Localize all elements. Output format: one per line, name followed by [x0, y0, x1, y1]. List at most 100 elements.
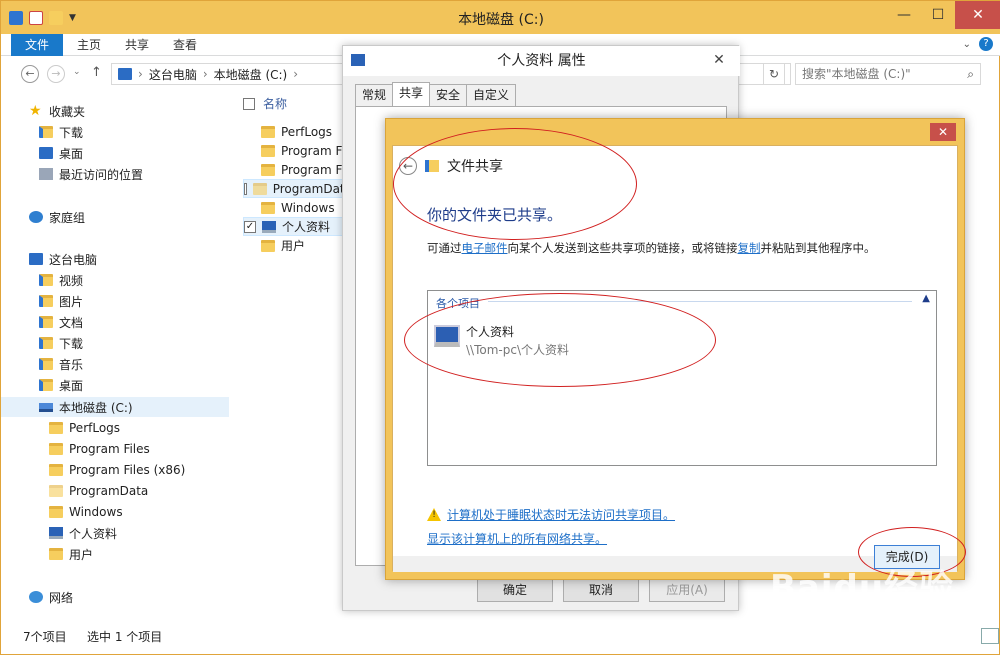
tab-general[interactable]: 常规 — [355, 84, 394, 106]
all-shares-link[interactable]: 显示该计算机上的所有网络共享。 — [427, 530, 607, 547]
nav-pc-downloads[interactable]: 下载 — [39, 333, 83, 353]
watermark-logo: Baidu经验 — [770, 568, 955, 608]
item-count: 7个项目 — [23, 630, 67, 644]
column-header-name[interactable]: 名称 — [243, 95, 287, 112]
expand-ribbon-icon[interactable]: ⌄ — [963, 39, 971, 50]
title-bar: ▼ 本地磁盘 (C:) — ☐ ✕ — [1, 1, 1000, 34]
nav-drive-item[interactable]: ProgramData — [49, 481, 148, 501]
nav-pc-music[interactable]: 音乐 — [39, 354, 83, 374]
downloads-folder-icon — [39, 126, 53, 138]
nav-label: 音乐 — [59, 357, 84, 372]
folder-icon — [49, 485, 63, 497]
breadcrumb-separator: › — [293, 67, 299, 81]
folder-icon — [49, 506, 63, 518]
desc-text: 向某个人发送到这些共享项的链接，或将链接 — [507, 241, 738, 255]
breadcrumb-drive[interactable]: 本地磁盘 (C:) — [214, 66, 288, 83]
desktop-folder-icon — [39, 379, 53, 391]
nav-label: 家庭组 — [49, 210, 86, 225]
file-row[interactable]: Program Files — [243, 141, 353, 160]
nav-label: 用户 — [69, 547, 94, 562]
file-name: ProgramData — [272, 181, 352, 196]
tab-customize[interactable]: 自定义 — [466, 84, 517, 106]
nav-drive-item[interactable]: Program Files (x86) — [49, 460, 185, 480]
recent-locations-icon[interactable]: ⌄ — [73, 67, 81, 77]
file-row[interactable]: PerfLogs — [243, 122, 353, 141]
row-checkbox[interactable] — [244, 182, 247, 195]
tab-view[interactable]: 查看 — [161, 34, 209, 56]
close-button[interactable]: ✕ — [955, 1, 1000, 29]
nav-drive-c[interactable]: 本地磁盘 (C:) — [1, 397, 229, 417]
nav-drive-item[interactable]: 个人资料 — [49, 523, 117, 543]
folder-icon — [261, 163, 275, 176]
nav-label: 收藏夹 — [49, 104, 86, 119]
nav-fav-recent[interactable]: 最近访问的位置 — [39, 164, 143, 184]
breadcrumb-separator: › — [138, 67, 143, 81]
copy-link[interactable]: 复制 — [738, 241, 761, 255]
apply-button[interactable]: 应用(A) — [649, 578, 725, 602]
watermark: Baidu经验 jingyan.baidu.com — [770, 560, 990, 630]
file-row[interactable]: Program Files (x86) — [243, 160, 353, 179]
back-arrow-icon[interactable]: ← — [21, 65, 39, 83]
nav-pc-pictures[interactable]: 图片 — [39, 291, 83, 311]
refresh-icon[interactable]: ↻ — [763, 63, 785, 85]
up-arrow-icon[interactable]: ↑ — [91, 65, 102, 80]
breadcrumb-thispc[interactable]: 这台电脑 — [149, 66, 197, 83]
collapse-icon[interactable]: ▲ — [922, 293, 930, 304]
nav-label: 文档 — [59, 315, 84, 330]
select-all-checkbox[interactable] — [243, 97, 255, 110]
nav-label: Windows — [69, 505, 123, 519]
file-row-selected[interactable]: ✓ 个人资料 — [243, 217, 353, 236]
shared-folder-icon — [262, 220, 276, 233]
nav-label: 图片 — [59, 294, 84, 309]
file-row[interactable]: 用户 — [243, 236, 353, 255]
email-link[interactable]: 电子邮件 — [462, 241, 508, 255]
close-icon[interactable]: ✕ — [710, 52, 728, 70]
large-icons-view-icon[interactable] — [981, 628, 999, 644]
nav-favorites[interactable]: ★ 收藏夹 — [29, 101, 85, 121]
tab-file[interactable]: 文件 — [11, 34, 63, 56]
breadcrumb-separator: › — [202, 67, 208, 81]
nav-drive-item[interactable]: Windows — [49, 502, 123, 522]
annotation-ellipse — [393, 128, 637, 240]
minimize-button[interactable]: — — [887, 1, 921, 29]
search-icon[interactable]: ⌕ — [967, 64, 974, 84]
nav-pc-videos[interactable]: 视频 — [39, 270, 83, 290]
file-name: Windows — [281, 200, 335, 215]
nav-homegroup[interactable]: 家庭组 — [29, 207, 85, 227]
cancel-button[interactable]: 取消 — [563, 578, 639, 602]
search-placeholder: 搜索"本地磁盘 (C:)" — [802, 67, 911, 81]
file-row[interactable]: ProgramData — [243, 179, 353, 198]
row-checkbox[interactable]: ✓ — [244, 220, 256, 233]
nav-drive-item[interactable]: PerfLogs — [49, 418, 120, 438]
sleep-warning-link[interactable]: 计算机处于睡眠状态时无法访问共享项目。 — [447, 506, 675, 523]
nav-network[interactable]: 网络 — [29, 587, 73, 607]
nav-pc-documents[interactable]: 文档 — [39, 312, 83, 332]
nav-fav-desktop[interactable]: 桌面 — [39, 143, 83, 163]
sleep-warning: ! 计算机处于睡眠状态时无法访问共享项目。 — [427, 506, 675, 523]
watermark-url: jingyan.baidu.com — [780, 606, 910, 622]
close-icon[interactable]: ✕ — [930, 123, 956, 141]
nav-thispc[interactable]: 这台电脑 — [29, 249, 97, 269]
tab-share[interactable]: 共享 — [113, 34, 161, 56]
nav-drive-item[interactable]: Program Files — [49, 439, 150, 459]
desc-text: 可通过 — [427, 241, 462, 255]
pictures-folder-icon — [39, 295, 53, 307]
file-list: 名称 PerfLogs Program Files Program Files … — [231, 93, 353, 623]
ok-button[interactable]: 确定 — [477, 578, 553, 602]
homegroup-icon — [29, 211, 43, 223]
window-title: 本地磁盘 (C:) — [458, 12, 544, 28]
tab-home[interactable]: 主页 — [65, 34, 113, 56]
forward-arrow-icon[interactable]: → — [47, 65, 65, 83]
nav-label: Program Files (x86) — [69, 463, 186, 477]
nav-pc-desktop[interactable]: 桌面 — [39, 375, 83, 395]
nav-drive-item[interactable]: 用户 — [49, 544, 93, 564]
help-icon[interactable]: ? — [979, 37, 993, 51]
tab-security[interactable]: 安全 — [429, 84, 468, 106]
network-icon — [29, 591, 43, 603]
search-input[interactable]: 搜索"本地磁盘 (C:)" ⌕ — [795, 63, 981, 85]
nav-fav-downloads[interactable]: 下载 — [39, 122, 83, 142]
folder-icon — [261, 125, 275, 138]
tab-sharing[interactable]: 共享 — [392, 82, 431, 106]
file-row[interactable]: Windows — [243, 198, 353, 217]
maximize-button[interactable]: ☐ — [921, 1, 955, 29]
